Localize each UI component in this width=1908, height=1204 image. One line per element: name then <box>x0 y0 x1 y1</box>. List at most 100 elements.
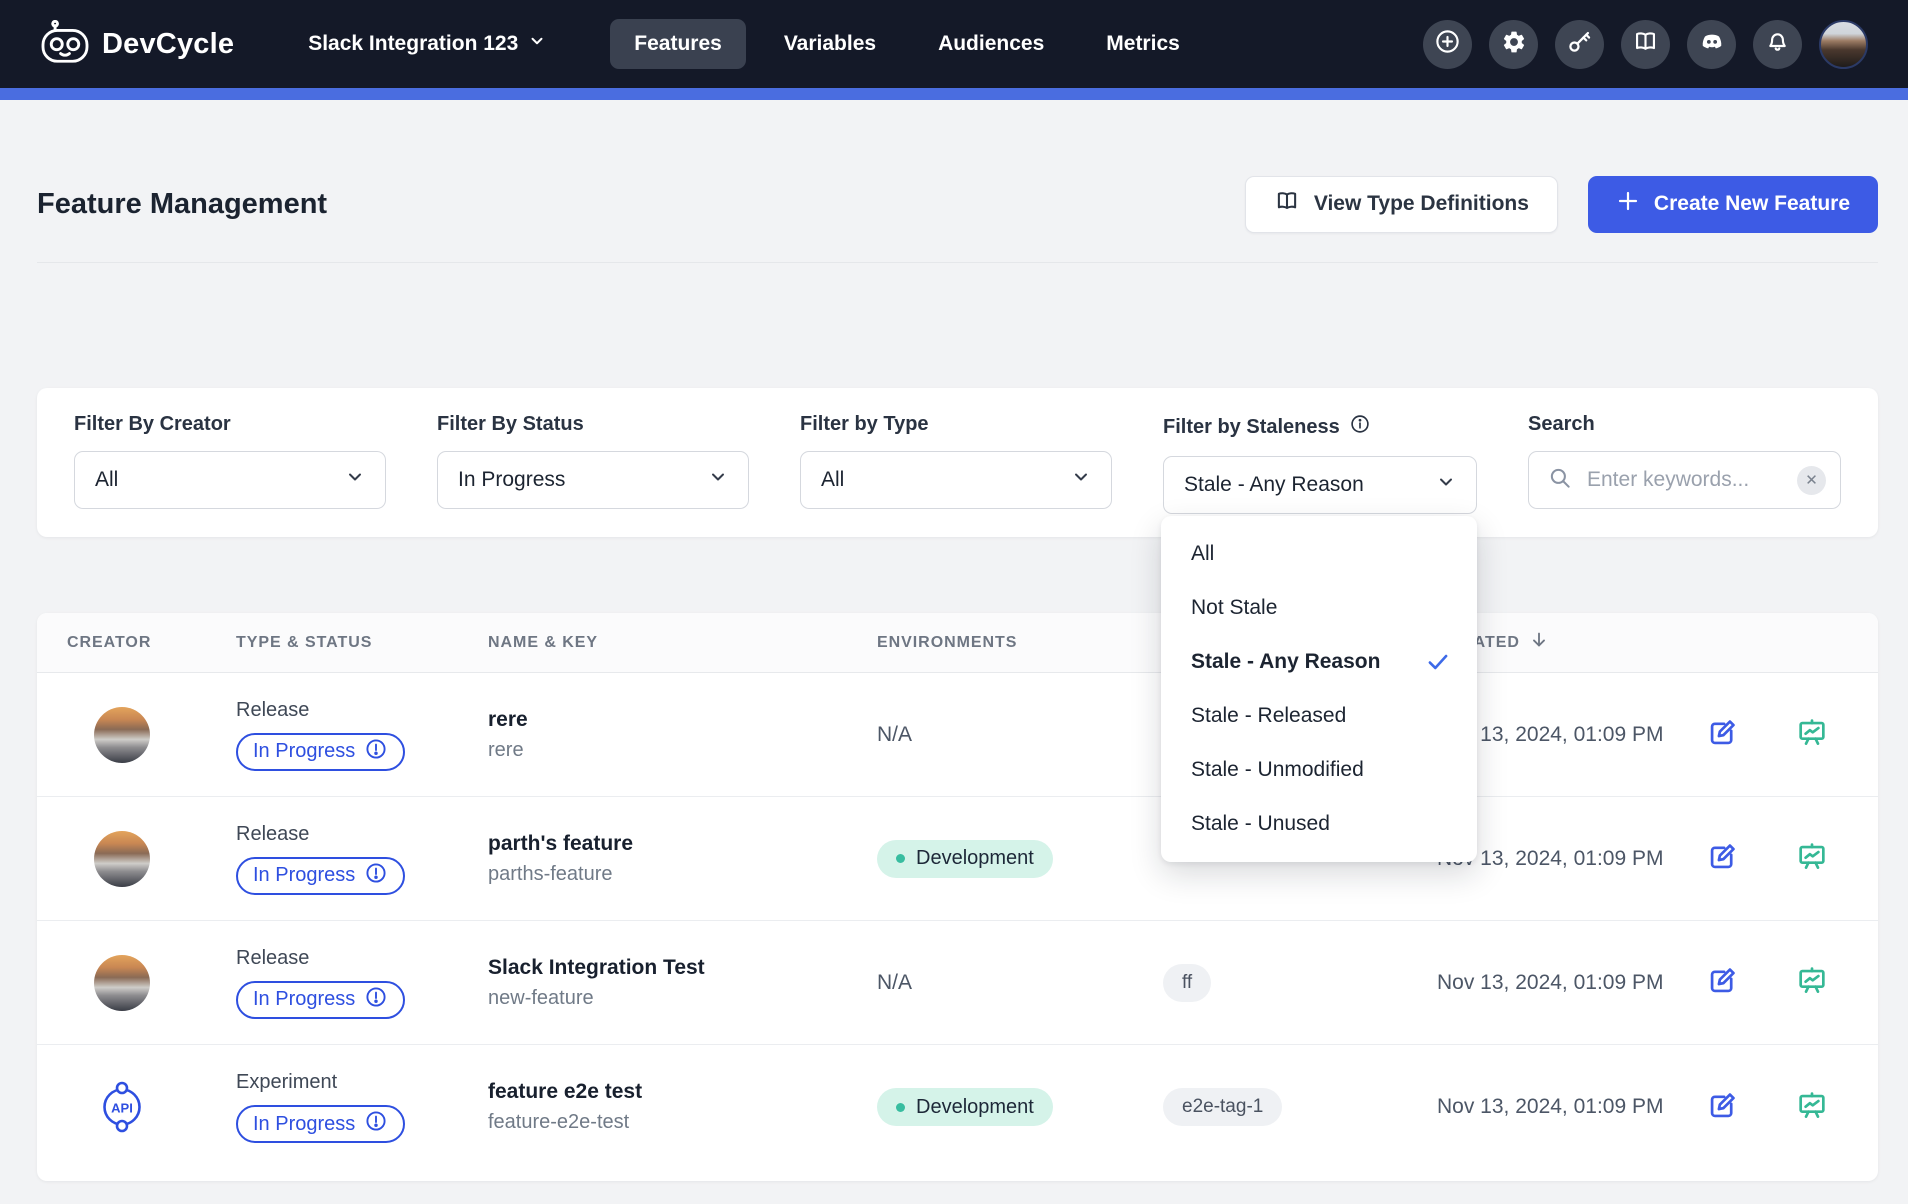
staleness-option-stale-unused[interactable]: Stale - Unused <box>1161 797 1477 851</box>
notifications-button[interactable] <box>1753 20 1802 69</box>
column-environments: Environments <box>847 634 1133 652</box>
status-badge[interactable]: In Progress <box>236 1105 405 1143</box>
creator-avatar <box>94 707 150 763</box>
check-icon <box>1425 649 1451 675</box>
analytics-button[interactable] <box>1795 716 1829 753</box>
tag-badge: e2e-tag-1 <box>1163 1088 1282 1126</box>
feature-type: Release <box>236 823 458 846</box>
api-creator-icon: API <box>93 1076 151 1138</box>
analytics-board-icon <box>1795 1089 1829 1126</box>
discord-icon <box>1698 28 1726 61</box>
staleness-option-all[interactable]: All <box>1161 527 1477 581</box>
sort-desc-icon <box>1528 629 1550 656</box>
search-input[interactable] <box>1587 468 1783 492</box>
accent-bar <box>0 88 1908 100</box>
create-new-feature-button[interactable]: Create New Feature <box>1588 176 1878 233</box>
analytics-button[interactable] <box>1795 964 1829 1001</box>
feature-key: new-feature <box>488 987 847 1010</box>
create-new-feature-label: Create New Feature <box>1654 192 1850 216</box>
chevron-down-icon <box>345 467 365 493</box>
edit-feature-button[interactable] <box>1705 716 1739 753</box>
settings-button[interactable] <box>1489 20 1538 69</box>
tab-variables[interactable]: Variables <box>760 19 900 69</box>
header-actions: View Type Definitions Create New Feature <box>1245 176 1878 233</box>
status-badge[interactable]: In Progress <box>236 733 405 771</box>
staleness-option-stale-released[interactable]: Stale - Released <box>1161 689 1477 743</box>
create-button[interactable] <box>1423 20 1472 69</box>
environments-value: N/A <box>877 971 912 994</box>
environment-dot-icon <box>896 854 905 863</box>
tab-metrics[interactable]: Metrics <box>1082 19 1204 69</box>
chevron-down-icon <box>1071 467 1091 493</box>
view-type-definitions-button[interactable]: View Type Definitions <box>1245 176 1558 233</box>
analytics-board-icon <box>1795 716 1829 753</box>
project-selector[interactable]: Slack Integration 123 <box>308 32 546 56</box>
filter-staleness-label: Filter by Staleness <box>1163 416 1340 439</box>
staleness-dropdown-menu: All Not Stale Stale - Any Reason Stale -… <box>1161 516 1477 862</box>
edit-icon <box>1705 1089 1739 1126</box>
chevron-down-icon <box>1436 472 1456 498</box>
discord-button[interactable] <box>1687 20 1736 69</box>
feature-key: rere <box>488 739 847 762</box>
status-badge[interactable]: In Progress <box>236 857 405 895</box>
edit-feature-button[interactable] <box>1705 840 1739 877</box>
search-box: ✕ <box>1528 451 1841 509</box>
updated-timestamp: Nov 13, 2024, 01:09 PM <box>1437 971 1663 994</box>
staleness-option-not-stale[interactable]: Not Stale <box>1161 581 1477 635</box>
table-row[interactable]: Release In Progress Slack Integration Te… <box>37 921 1878 1045</box>
edit-feature-button[interactable] <box>1705 964 1739 1001</box>
gear-icon <box>1501 29 1527 60</box>
column-type-status: Type & Status <box>206 634 458 652</box>
tab-features[interactable]: Features <box>610 19 746 69</box>
devcycle-logo-icon <box>40 20 90 69</box>
alert-circle-icon <box>364 861 388 891</box>
feature-name: Slack Integration Test <box>488 956 847 980</box>
analytics-button[interactable] <box>1795 840 1829 877</box>
edit-icon <box>1705 716 1739 753</box>
api-keys-button[interactable] <box>1555 20 1604 69</box>
feature-key: feature-e2e-test <box>488 1111 847 1134</box>
plus-icon <box>1616 189 1640 219</box>
docs-button[interactable] <box>1621 20 1670 69</box>
table-header-row: Creator Type & Status Name & Key Environ… <box>37 613 1878 673</box>
filter-staleness-select[interactable]: Stale - Any Reason <box>1163 456 1477 514</box>
filter-status-select[interactable]: In Progress <box>437 451 749 509</box>
edit-icon <box>1705 840 1739 877</box>
filter-type-value: All <box>821 468 844 492</box>
feature-key: parths-feature <box>488 863 847 886</box>
search-icon <box>1547 465 1573 496</box>
filter-creator-select[interactable]: All <box>74 451 386 509</box>
filter-bar: Filter By Creator All Filter By Status I… <box>37 388 1878 537</box>
brand[interactable]: DevCycle <box>40 20 234 69</box>
edit-feature-button[interactable] <box>1705 1089 1739 1126</box>
top-nav: DevCycle Slack Integration 123 Features … <box>0 0 1908 88</box>
feature-type: Experiment <box>236 1071 458 1094</box>
column-creator: Creator <box>37 634 206 652</box>
environments-value: N/A <box>877 723 912 746</box>
feature-name: feature e2e test <box>488 1080 847 1104</box>
filter-type-select[interactable]: All <box>800 451 1112 509</box>
feature-name: parth's feature <box>488 832 847 856</box>
clear-search-button[interactable]: ✕ <box>1797 466 1826 495</box>
table-row[interactable]: API Experiment In Progress feature e2e t… <box>37 1045 1878 1169</box>
info-icon[interactable] <box>1349 413 1371 441</box>
page-title: Feature Management <box>37 188 327 221</box>
view-type-definitions-label: View Type Definitions <box>1314 192 1529 216</box>
nav-tabs: Features Variables Audiences Metrics <box>610 19 1204 69</box>
filter-creator-value: All <box>95 468 118 492</box>
staleness-option-stale-any-reason[interactable]: Stale - Any Reason <box>1161 635 1477 689</box>
creator-avatar <box>94 831 150 887</box>
chevron-down-icon <box>708 467 728 493</box>
status-badge[interactable]: In Progress <box>236 981 405 1019</box>
chevron-down-icon <box>528 32 546 56</box>
user-avatar[interactable] <box>1819 20 1868 69</box>
nav-actions <box>1423 20 1868 69</box>
project-name: Slack Integration 123 <box>308 32 518 56</box>
table-row[interactable]: Release In Progress parth's feature part… <box>37 797 1878 921</box>
filter-status-value: In Progress <box>458 468 565 492</box>
tab-audiences[interactable]: Audiences <box>914 19 1068 69</box>
staleness-option-stale-unmodified[interactable]: Stale - Unmodified <box>1161 743 1477 797</box>
svg-text:API: API <box>111 1101 133 1116</box>
table-row[interactable]: Release In Progress rere rere N/A Nov 13… <box>37 673 1878 797</box>
analytics-button[interactable] <box>1795 1089 1829 1126</box>
